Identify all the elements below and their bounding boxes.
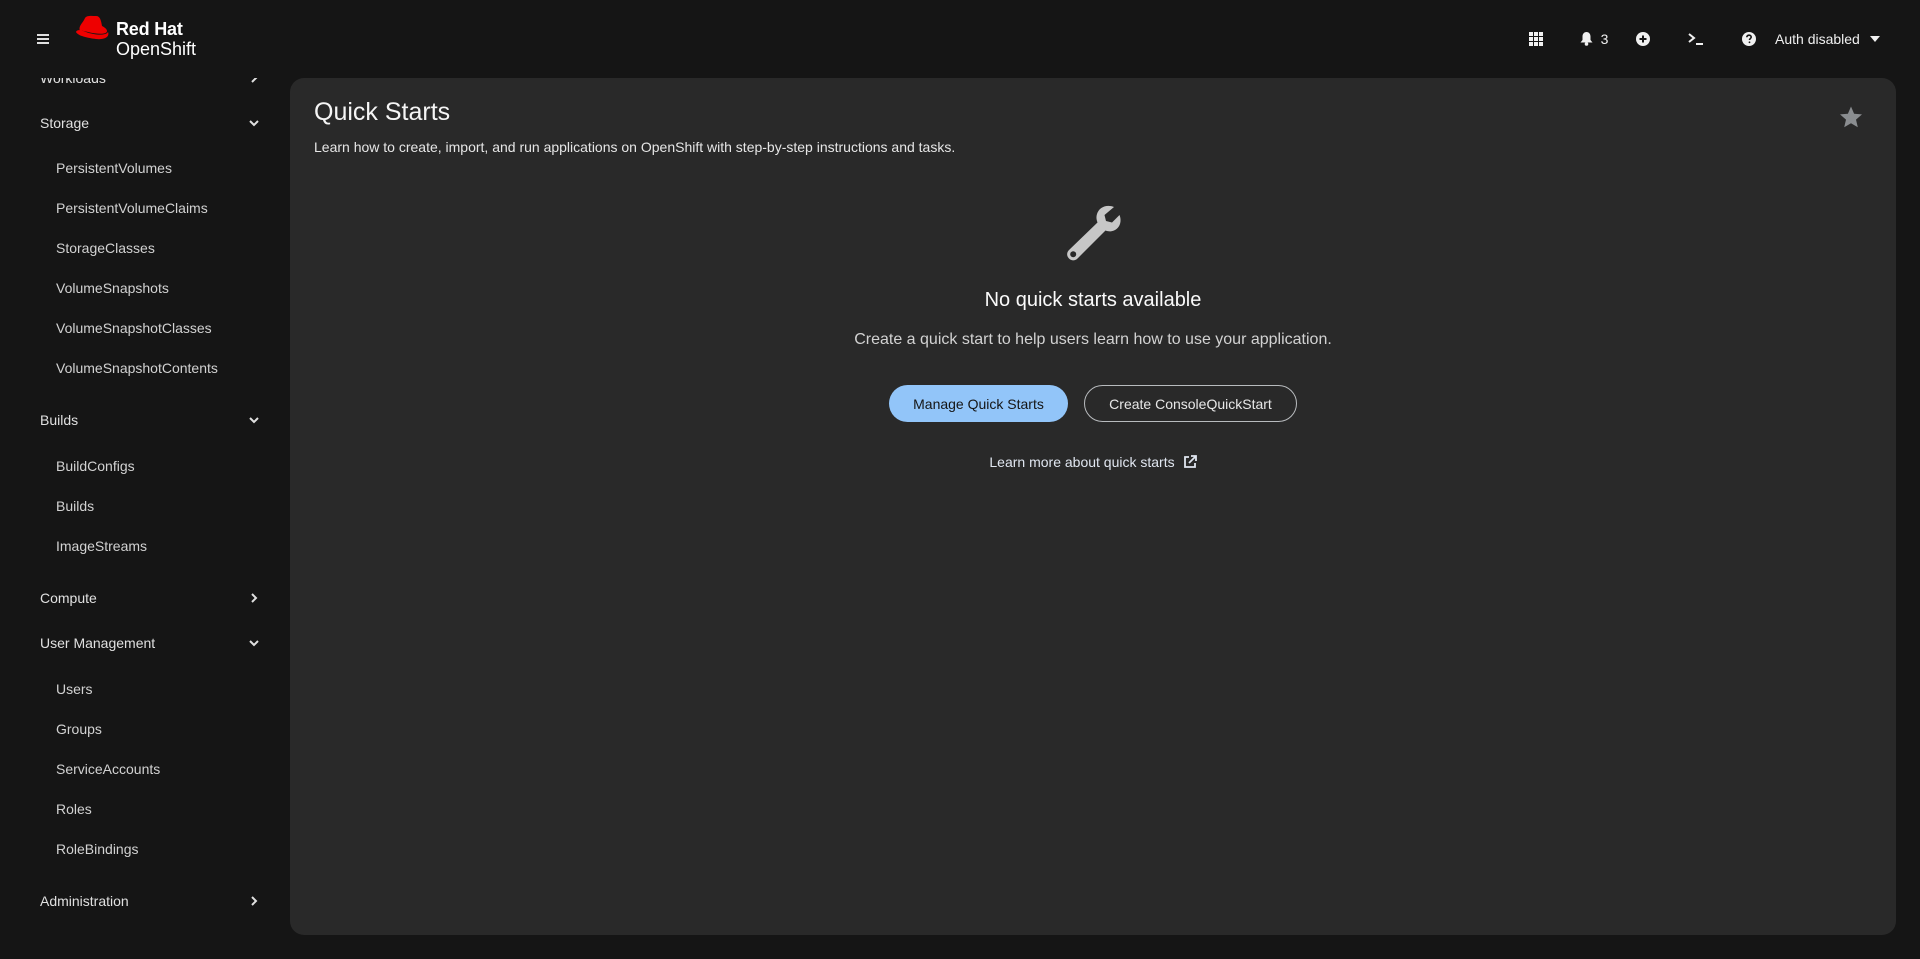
nav-section-storage[interactable]: Storage — [0, 103, 272, 143]
help-icon — [1742, 32, 1756, 46]
apps-grid-icon — [1529, 32, 1543, 46]
nav-section-label: Administration — [40, 893, 129, 909]
page-description: Learn how to create, import, and run app… — [314, 139, 956, 155]
sidebar-item-roles[interactable]: Roles — [0, 791, 272, 827]
sidebar-item-builds[interactable]: Builds — [0, 488, 272, 524]
sidebar-item-serviceaccounts[interactable]: ServiceAccounts — [0, 751, 272, 787]
chevron-right-icon — [251, 593, 258, 603]
sidebar-item-users[interactable]: Users — [0, 671, 272, 707]
bell-icon — [1580, 32, 1593, 46]
nav-section-administration[interactable]: Administration — [0, 881, 272, 921]
menu-toggle-button[interactable] — [30, 28, 56, 50]
redhat-fedora-icon — [76, 15, 109, 40]
notifications-button[interactable]: 3 — [1570, 21, 1618, 57]
nav-section-label: Workloads — [40, 78, 106, 86]
quick-create-button[interactable] — [1625, 21, 1661, 57]
chevron-right-icon — [251, 78, 258, 83]
menu-icon — [37, 34, 49, 44]
empty-state-body: Create a quick start to help users learn… — [854, 331, 1332, 348]
chevron-down-icon — [249, 417, 259, 424]
learn-more-label: Learn more about quick starts — [989, 454, 1175, 470]
sidebar-item-buildconfigs[interactable]: BuildConfigs — [0, 448, 272, 484]
chevron-down-icon — [249, 120, 259, 127]
sidebar-item-imagestreams[interactable]: ImageStreams — [0, 528, 272, 564]
nav-section-label: User Management — [40, 635, 156, 651]
nav-section-label: Storage — [40, 115, 90, 131]
favorite-button[interactable] — [1836, 102, 1866, 132]
application-launcher-button[interactable] — [1518, 21, 1554, 57]
product-name: OpenShift — [116, 39, 197, 59]
help-button[interactable] — [1731, 21, 1767, 57]
empty-state-title: No quick starts available — [984, 289, 1202, 311]
masthead: Red Hat OpenShift 3 Auth disabled — [0, 0, 1920, 78]
sidebar-item-volumesnapshotclasses[interactable]: VolumeSnapshotClasses — [0, 310, 272, 346]
chevron-down-icon — [249, 640, 259, 647]
plus-circle-icon — [1636, 32, 1650, 46]
nav-section-label: Builds — [40, 412, 79, 428]
sidebar-item-persistentvolumeclaims[interactable]: PersistentVolumeClaims — [0, 190, 272, 226]
sidebar-item-storageclasses[interactable]: StorageClasses — [0, 230, 272, 266]
main-content: Quick Starts Learn how to create, import… — [290, 78, 1896, 935]
nav-section-builds[interactable]: Builds — [0, 400, 272, 440]
sidebar-nav: Workloads Storage PersistentVolumes Pers… — [0, 78, 272, 959]
external-link-icon — [1183, 455, 1197, 468]
user-menu-toggle[interactable]: Auth disabled — [1775, 21, 1900, 57]
sidebar-item-volumesnapshots[interactable]: VolumeSnapshots — [0, 270, 272, 306]
create-consolequickstart-button[interactable]: Create ConsoleQuickStart — [1084, 385, 1297, 422]
chevron-right-icon — [251, 896, 258, 906]
sidebar-item-groups[interactable]: Groups — [0, 711, 272, 747]
wrench-icon — [1062, 203, 1122, 263]
command-line-terminal-button[interactable] — [1678, 21, 1714, 57]
caret-down-icon — [1869, 36, 1880, 42]
nav-section-workloads[interactable]: Workloads — [0, 78, 272, 98]
sidebar-item-rolebindings[interactable]: RoleBindings — [0, 831, 272, 867]
nav-section-compute[interactable]: Compute — [0, 578, 272, 618]
user-label: Auth disabled — [1775, 31, 1860, 47]
brand-name: Red Hat — [116, 19, 183, 39]
notification-count: 3 — [1600, 31, 1609, 47]
sidebar-item-persistentvolumes[interactable]: PersistentVolumes — [0, 150, 272, 186]
manage-quick-starts-button[interactable]: Manage Quick Starts — [889, 385, 1068, 422]
terminal-icon — [1688, 33, 1703, 45]
page-title: Quick Starts — [314, 98, 451, 126]
star-icon — [1840, 106, 1862, 127]
learn-more-link[interactable]: Learn more about quick starts — [290, 454, 1896, 470]
nav-section-user-management[interactable]: User Management — [0, 623, 272, 663]
nav-section-label: Compute — [40, 590, 97, 606]
sidebar-item-volumesnapshotcontents[interactable]: VolumeSnapshotContents — [0, 350, 272, 386]
openshift-logo[interactable]: Red Hat OpenShift — [74, 14, 196, 58]
